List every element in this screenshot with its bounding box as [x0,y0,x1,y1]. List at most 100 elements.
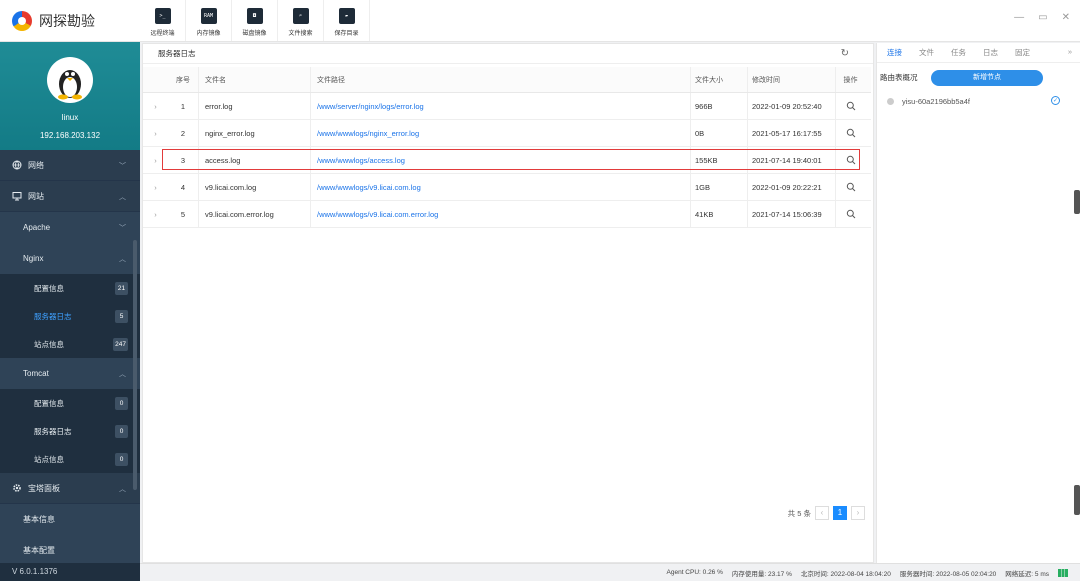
row-index: 3 [180,155,186,165]
nav-nginx[interactable]: Nginx ︿ [0,243,140,274]
tab-files[interactable]: 文件 [919,47,934,58]
nav-baota-basic-info[interactable]: 基本信息 [0,504,140,535]
file-name: v9.licai.com.log [198,174,310,200]
window-controls: — ▭ ✕ [1014,12,1070,23]
memory-image-button[interactable]: RAM 内存镜像 [186,0,232,41]
globe-icon [12,160,22,170]
expand-chevron-icon[interactable]: › [143,183,168,192]
col-header: 修改时间 [747,67,835,92]
count-badge: 21 [115,282,128,295]
search-icon[interactable] [835,120,865,146]
right-panel: 连接 文件 任务 日志 固定 » 路由表概况 新增节点 yisu-60a2196… [876,43,1080,563]
tool-label: 保存目录 [334,31,359,37]
close-icon[interactable]: ✕ [1062,12,1070,23]
disk-icon: ◘ [246,8,263,24]
tab-logs[interactable]: 日志 [983,47,998,58]
search-icon[interactable] [835,147,865,173]
nav-nginx-server-log[interactable]: 服务器日志 5 [0,302,140,330]
sidebar: 网探勘验 linux 192.168.203.132 网络 ﹀ 网站 ︿ Apa… [0,0,140,581]
file-path-link[interactable]: /www/wwwlogs/access.log [310,147,690,173]
nav-tomcat[interactable]: Tomcat ︿ [0,358,140,389]
table-row[interactable]: › 4 v9.licai.com.log /www/wwwlogs/v9.lic… [143,174,871,201]
nav-website-label: 网站 [28,191,44,201]
count-badge: 0 [115,397,128,410]
beijing-time: 北京时间: 2022-08-04 18:04:20 [800,570,891,578]
maximize-icon[interactable]: ▭ [1038,12,1047,23]
search-icon[interactable] [835,93,865,119]
total-count: 共 5 条 [787,508,811,518]
monitor-icon [12,191,22,201]
table-row[interactable]: › 1 error.log /www/server/nginx/logs/err… [143,93,871,120]
node-item[interactable]: yisu-60a2196bb5a4f ✓ [877,91,1080,111]
expand-chevron-icon[interactable]: › [143,210,168,219]
nav-apache[interactable]: Apache ﹀ [0,212,140,243]
nav-tomcat-server-log[interactable]: 服务器日志 0 [0,417,140,445]
nav-nginx-config[interactable]: 配置信息 21 [0,274,140,302]
nav-tomcat-site-info[interactable]: 站点信息 0 [0,445,140,473]
nav-leaf-label: 配置信息 [34,398,64,408]
toolbar: >_ 远程终端 RAM 内存镜像 ◘ 磁盘镜像 ⌕ 文件搜索 ▰ 保存目录 — … [140,0,1080,42]
host-profile: linux 192.168.203.132 [0,42,140,150]
tab-tasks[interactable]: 任务 [951,47,966,58]
search-icon[interactable] [835,201,865,227]
chevron-up-icon: ︿ [119,256,126,263]
log-table: 序号 文件名 文件路径 文件大小 修改时间 操作 › 1 error.log /… [143,67,871,228]
save-directory-button[interactable]: ▰ 保存目录 [324,0,370,41]
file-path-link[interactable]: /www/wwwlogs/v9.licai.com.log [310,174,690,200]
tab-pinned[interactable]: 固定 [1015,47,1030,58]
count-badge: 0 [115,425,128,438]
nav-leaf-label: 服务器日志 [34,311,72,321]
side-drag-handle[interactable] [1074,485,1080,515]
table-header: 序号 文件名 文件路径 文件大小 修改时间 操作 [143,67,871,93]
expand-chevron-icon[interactable]: › [143,129,168,138]
col-header: 文件大小 [690,67,747,92]
disk-image-button[interactable]: ◘ 磁盘镜像 [232,0,278,41]
minimize-icon[interactable]: — [1014,12,1024,23]
nav-sub-label: 基本配置 [23,546,55,555]
page-1-button[interactable]: 1 [833,506,847,520]
modified-time: 2022-01-09 20:22:21 [747,174,835,200]
table-row[interactable]: › 5 v9.licai.com.error.log /www/wwwlogs/… [143,201,871,228]
expand-chevron-icon[interactable]: › [143,102,168,111]
search-icon[interactable] [835,174,865,200]
expand-chevron-icon[interactable]: › [143,156,168,165]
nav-nginx-site-info[interactable]: 站点信息 247 [0,330,140,358]
count-badge: 247 [113,338,128,351]
nav-leaf-label: 站点信息 [34,339,64,349]
file-size: 1GB [690,174,747,200]
check-circle-icon: ✓ [1051,96,1060,105]
nav-nginx-label: Nginx [23,254,44,263]
prev-page-button[interactable]: ‹ [815,506,829,520]
host-name: linux [61,113,79,122]
col-header: 操作 [835,67,865,92]
nav-tomcat-config[interactable]: 配置信息 0 [0,389,140,417]
nav-baota[interactable]: 宝塔面板 ︿ [0,473,140,504]
side-drag-handle[interactable] [1074,190,1080,214]
add-node-button[interactable]: 新增节点 [931,70,1043,86]
nav-website[interactable]: 网站 ︿ [0,181,140,212]
double-chevron-right-icon[interactable]: » [1068,47,1072,56]
table-row[interactable]: › 3 access.log /www/wwwlogs/access.log 1… [143,147,871,174]
col-header: 文件路径 [310,67,690,92]
server-time: 服务器时间: 2022-08-05 02:04:20 [899,570,997,578]
table-row[interactable]: › 2 nginx_error.log /www/wwwlogs/nginx_e… [143,120,871,147]
memory-usage: 内存使用量: 23.17 % [731,570,792,578]
file-size: 0B [690,120,747,146]
node-name: yisu-60a2196bb5a4f [902,96,970,106]
refresh-icon[interactable]: ↻ [841,44,849,64]
file-path-link[interactable]: /www/wwwlogs/v9.licai.com.error.log [310,201,690,227]
file-search-button[interactable]: ⌕ 文件搜索 [278,0,324,41]
linux-penguin-icon [47,57,93,103]
modified-time: 2021-07-14 19:40:01 [747,147,835,173]
file-path-link[interactable]: /www/wwwlogs/nginx_error.log [310,120,690,146]
remote-terminal-button[interactable]: >_ 远程终端 [140,0,186,41]
sidebar-scrollbar[interactable] [133,240,137,490]
next-page-button[interactable]: › [851,506,865,520]
tab-connect[interactable]: 连接 [887,47,902,58]
nav-baota-basic-config[interactable]: 基本配置 [0,535,140,566]
nav-network[interactable]: 网络 ﹀ [0,150,140,181]
row-index: 5 [180,209,186,219]
file-size: 41KB [690,201,747,227]
file-path-link[interactable]: /www/server/nginx/logs/error.log [310,93,690,119]
right-tabs: 连接 文件 任务 日志 固定 » [877,43,1080,63]
